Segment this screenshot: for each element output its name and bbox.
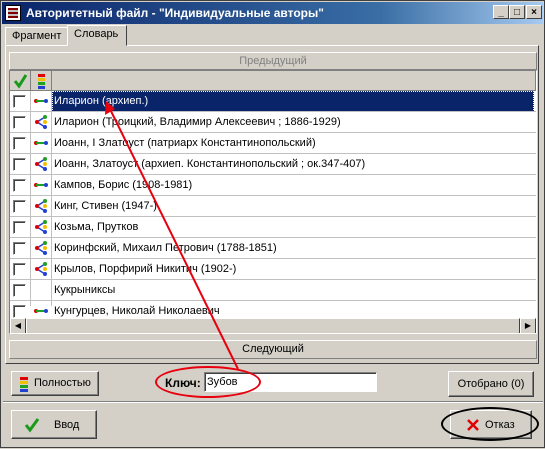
row-author-name: Кинг, Стивен (1947-) bbox=[54, 200, 157, 212]
window-title: Авторитетный файл - "Индивидуальные авто… bbox=[26, 6, 324, 20]
tree-icon bbox=[35, 262, 47, 276]
cross-icon bbox=[467, 419, 479, 431]
enter-button[interactable]: Ввод bbox=[11, 410, 97, 439]
row-type-icon-cell bbox=[31, 91, 51, 112]
table-row[interactable]: Иларион (Троицкий, Владимир Алексеевич ;… bbox=[10, 112, 536, 133]
row-author-name: Крылов, Порфирий Никитич (1902-) bbox=[54, 263, 237, 275]
row-type-icon-cell bbox=[31, 175, 51, 196]
table-row[interactable]: Иларион (архиеп.) bbox=[10, 91, 536, 112]
name-column-header[interactable] bbox=[52, 71, 536, 91]
scroll-thumb[interactable] bbox=[26, 318, 520, 333]
row-author-name: Иоанн, Златоуст (архиеп. Константинополь… bbox=[54, 158, 366, 170]
row-type-icon-cell bbox=[31, 217, 51, 238]
row-author-name: Иоанн, I Златоуст (патриарх Константиноп… bbox=[54, 137, 316, 149]
full-button[interactable]: Полностью bbox=[11, 371, 99, 396]
row-type-icon-cell bbox=[31, 133, 51, 154]
app-icon bbox=[5, 5, 21, 21]
checkmark-icon bbox=[24, 418, 40, 433]
tab-dictionary[interactable]: Словарь bbox=[67, 25, 127, 46]
tree-icon bbox=[35, 199, 47, 213]
row-checkbox[interactable] bbox=[13, 200, 26, 213]
row-checkbox[interactable] bbox=[13, 95, 26, 108]
link-icon bbox=[34, 99, 48, 103]
minimize-button[interactable]: _ bbox=[493, 5, 509, 19]
row-type-icon-cell bbox=[31, 238, 51, 259]
close-button[interactable]: × bbox=[526, 5, 542, 19]
table-row[interactable]: Иоанн, I Златоуст (патриарх Константиноп… bbox=[10, 133, 536, 154]
horizontal-scrollbar[interactable]: ◀ ▶ bbox=[10, 318, 536, 333]
row-checkbox[interactable] bbox=[13, 305, 26, 318]
row-type-icon-cell bbox=[31, 196, 51, 217]
selected-count-button[interactable]: Отобрано (0) bbox=[448, 371, 534, 397]
stack-icon bbox=[20, 377, 28, 392]
row-author-name: Иларион (Троицкий, Владимир Алексеевич ;… bbox=[54, 116, 341, 128]
row-author-name: Кукрыниксы bbox=[54, 284, 116, 296]
link-icon bbox=[34, 141, 48, 145]
type-column-header[interactable] bbox=[31, 71, 52, 91]
row-type-icon-cell bbox=[31, 112, 51, 133]
scroll-right-button[interactable]: ▶ bbox=[520, 318, 536, 333]
key-input[interactable]: Зубов bbox=[204, 372, 377, 392]
tree-icon bbox=[35, 157, 47, 171]
row-author-name: Кампов, Борис (1908-1981) bbox=[54, 179, 193, 191]
check-icon bbox=[13, 74, 28, 89]
table-row[interactable]: Коринфский, Михаил Петрович (1788-1851) bbox=[10, 238, 536, 259]
table-row[interactable]: Кукрыниксы bbox=[10, 280, 536, 301]
tree-icon bbox=[35, 115, 47, 129]
authors-grid: Иларион (архиеп.) Иларион (Троицкий, Влад… bbox=[9, 70, 537, 334]
row-type-icon-cell bbox=[31, 280, 51, 301]
table-row[interactable]: Крылов, Порфирий Никитич (1902-) bbox=[10, 259, 536, 280]
check-column-header[interactable] bbox=[10, 71, 31, 91]
stack-icon bbox=[38, 74, 45, 89]
scroll-left-button[interactable]: ◀ bbox=[10, 318, 26, 333]
table-row[interactable]: Иоанн, Златоуст (архиеп. Константинополь… bbox=[10, 154, 536, 175]
row-checkbox[interactable] bbox=[13, 179, 26, 192]
previous-button[interactable]: Предыдущий bbox=[9, 52, 537, 70]
tab-fragment[interactable]: Фрагмент bbox=[5, 27, 68, 45]
grid-header bbox=[10, 71, 536, 91]
table-row[interactable]: Козьма, Прутков bbox=[10, 217, 536, 238]
row-author-name: Козьма, Прутков bbox=[54, 221, 139, 233]
full-button-label: Полностью bbox=[34, 377, 91, 389]
tree-icon bbox=[35, 241, 47, 255]
cancel-button-label: Отказ bbox=[485, 419, 515, 431]
cancel-button[interactable]: Отказ bbox=[450, 410, 532, 439]
key-label: Ключ: bbox=[165, 376, 201, 390]
row-type-icon-cell bbox=[31, 154, 51, 175]
table-row[interactable]: Кампов, Борис (1908-1981) bbox=[10, 175, 536, 196]
row-checkbox[interactable] bbox=[13, 284, 26, 297]
row-type-icon-cell bbox=[31, 259, 51, 280]
table-row[interactable]: Кинг, Стивен (1947-) bbox=[10, 196, 536, 217]
row-author-name: Коринфский, Михаил Петрович (1788-1851) bbox=[54, 242, 277, 254]
row-checkbox[interactable] bbox=[13, 242, 26, 255]
title-bar[interactable]: Авторитетный файл - "Индивидуальные авто… bbox=[2, 2, 543, 24]
row-checkbox[interactable] bbox=[13, 158, 26, 171]
row-checkbox[interactable] bbox=[13, 221, 26, 234]
enter-button-label: Ввод bbox=[54, 419, 80, 431]
row-checkbox[interactable] bbox=[13, 116, 26, 129]
separator bbox=[3, 401, 543, 403]
authority-file-window: Авторитетный файл - "Индивидуальные авто… bbox=[0, 0, 545, 448]
row-author-name: Иларион (архиеп.) bbox=[52, 91, 534, 112]
maximize-button[interactable]: □ bbox=[509, 5, 525, 19]
row-checkbox[interactable] bbox=[13, 263, 26, 276]
tree-icon bbox=[35, 220, 47, 234]
link-icon bbox=[34, 183, 48, 187]
next-button[interactable]: Следующий bbox=[9, 340, 537, 359]
row-checkbox[interactable] bbox=[13, 137, 26, 150]
